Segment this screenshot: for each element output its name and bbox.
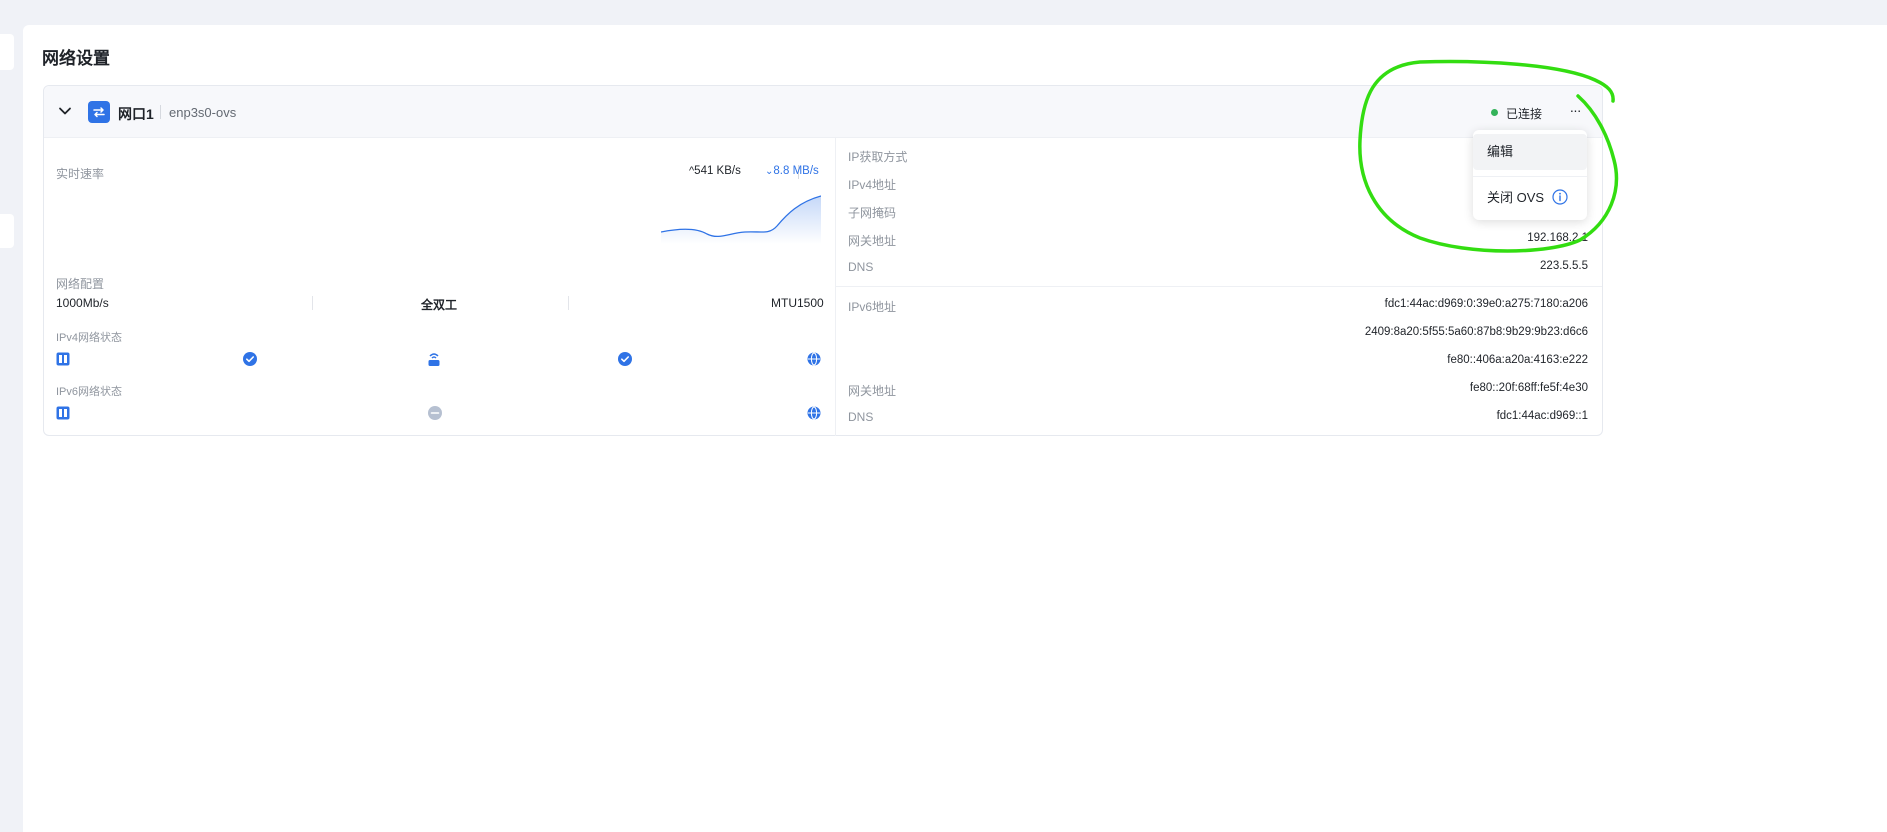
menu-item-disable-ovs-label: 关闭 OVS [1487,190,1545,205]
port-card: 网口1 enp3s0-ovs 已连接 ··· 实时速率 ^541 KB/s ⌄8… [43,85,1603,436]
ipv6-dns-value: fdc1:44ac:d969::1 [1496,410,1588,422]
config-separator-2 [568,296,569,310]
mtu-value: MTU1500 [771,296,824,310]
ipv6-address-label: IPv6地址 [848,300,897,314]
upload-speed: ^541 KB/s [689,165,741,177]
ip-method-label: IP获取方式 [848,150,908,164]
config-separator-1 [312,296,313,310]
globe-icon [807,352,821,366]
ipv6-status-label: IPv6网络状态 [56,386,123,398]
more-menu: 编辑 关闭 OVS [1473,130,1587,220]
gateway-label: 网关地址 [848,234,897,248]
chevron-down-icon[interactable] [58,104,72,118]
gateway-value: 192.168.2.1 [1527,232,1588,244]
ipv6-dns-label: DNS [848,410,874,424]
subnet-mask-label: 子网掩码 [848,206,897,220]
router-icon [428,353,440,366]
info-icon[interactable] [1552,189,1568,205]
swap-arrows-icon [93,107,105,118]
ipv6-gateway-label: 网关地址 [848,384,897,398]
port-stats-column: 实时速率 ^541 KB/s ⌄8.8 MB/s 网络配置 1000Mb/s 全… [44,138,836,436]
speed-label: 实时速率 [56,167,105,181]
header-separator [160,105,161,119]
download-speed: ⌄8.8 MB/s [765,165,819,177]
port-card-header[interactable]: 网口1 enp3s0-ovs 已连接 ··· [44,86,1602,138]
menu-item-edit[interactable]: 编辑 [1473,134,1587,170]
speed-sparkline [661,195,821,244]
port-name: 网口1 [118,106,154,122]
device-icon [56,406,70,420]
side-tab-top[interactable] [0,34,14,70]
download-speed-value: 8.8 MB/s [773,165,819,177]
device-icon [56,352,70,366]
config-label: 网络配置 [56,277,105,291]
ipv4-ipv6-divider [836,286,1602,287]
dns-value: 223.5.5.5 [1540,260,1588,272]
ipv6-address-1: fdc1:44ac:d969:0:39e0:a275:7180:a206 [1384,298,1588,310]
port-icon [88,101,110,123]
page-title: 网络设置 [42,49,110,68]
ipv6-gateway-value: fe80::20f:68ff:fe5f:4e30 [1469,382,1588,394]
check-icon [243,352,257,366]
dns-label: DNS [848,260,874,274]
upload-speed-value: 541 KB/s [694,165,741,177]
side-tab-middle[interactable] [0,214,14,248]
menu-separator [1473,176,1587,177]
ipv4-address-label: IPv4地址 [848,178,897,192]
pending-icon [428,406,442,420]
ipv6-address-3: fe80::406a:a20a:4163:e222 [1447,354,1588,366]
status-dot-icon [1491,109,1498,116]
interface-name: enp3s0-ovs [169,105,237,120]
ipv4-status-label: IPv4网络状态 [56,332,123,344]
menu-item-disable-ovs[interactable]: 关闭 OVS [1473,180,1587,216]
check-icon [618,352,632,366]
more-button[interactable]: ··· [1564,100,1586,122]
ipv6-address-2: 2409:8a20:5f55:5a60:87b8:9b29:9b23:d6c6 [1364,326,1588,338]
duplex-value: 全双工 [421,298,458,312]
status-text: 已连接 [1506,107,1543,121]
bandwidth-value: 1000Mb/s [56,296,109,310]
globe-icon [807,406,821,420]
ipv4-status-track [84,357,804,359]
